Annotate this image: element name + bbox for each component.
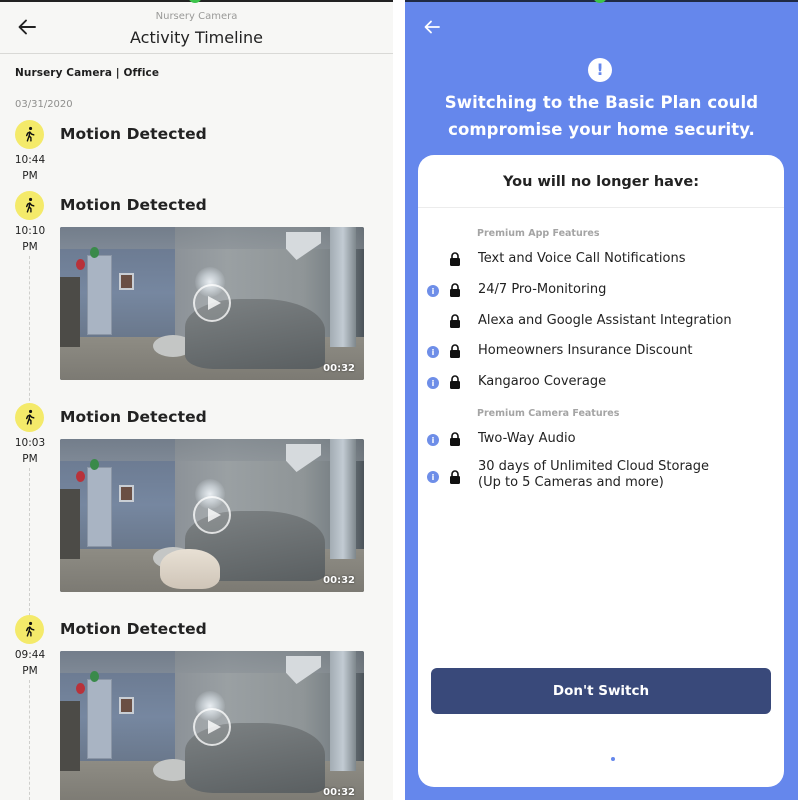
info-icon[interactable]: i (427, 377, 439, 389)
page-title: Activity Timeline (130, 28, 263, 47)
event-badge (15, 403, 44, 432)
feature-row: i 30 days of Unlimited Cloud Storage (Up… (418, 459, 784, 501)
event-badge (15, 120, 44, 149)
feature-label-line1: 30 days of Unlimited Cloud Storage (478, 459, 710, 474)
arrow-left-icon (424, 20, 440, 34)
warning-headline: Switching to the Basic Plan could compro… (405, 89, 798, 143)
play-icon (207, 508, 221, 522)
timeline-connector (29, 680, 30, 800)
event-time: 10:03 PM (10, 436, 50, 467)
clip-duration: 00:32 (323, 787, 355, 798)
lost-features-card: You will no longer have: Premium App Fea… (418, 155, 784, 787)
event-time-ampm: PM (22, 664, 38, 677)
event-time: 09:44 PM (10, 648, 50, 679)
play-button[interactable] (193, 496, 231, 534)
lock-icon (450, 432, 460, 446)
walking-person-icon (25, 409, 35, 425)
video-clip-thumbnail[interactable]: 00:32 (60, 227, 364, 380)
feature-label: Text and Voice Call Notifications (478, 251, 686, 266)
event-time-ampm: PM (22, 452, 38, 465)
event-time-hm: 10:10 (14, 225, 46, 237)
play-icon (207, 720, 221, 734)
feature-label: Homeowners Insurance Discount (478, 343, 693, 358)
lock-icon (450, 314, 460, 328)
play-button[interactable] (193, 708, 231, 746)
event-title: Motion Detected (60, 196, 207, 214)
lock-icon (450, 252, 460, 266)
event-time: 10:10 PM (10, 224, 50, 255)
feature-row: Text and Voice Call Notifications (418, 248, 784, 272)
activity-timeline-screen: Nursery Camera Activity Timeline Nursery… (0, 0, 393, 800)
clip-duration: 00:32 (323, 363, 355, 374)
feature-label: Alexa and Google Assistant Integration (478, 313, 732, 328)
page-indicator (611, 757, 615, 761)
warning-headline-line1: Switching to the Basic Plan could (444, 93, 759, 112)
video-clip-thumbnail[interactable]: 00:32 (60, 439, 364, 592)
event-title: Motion Detected (60, 620, 207, 638)
event-time-ampm: PM (22, 169, 38, 182)
event-title: Motion Detected (60, 408, 207, 426)
info-icon[interactable]: i (427, 285, 439, 297)
lock-icon (450, 470, 460, 484)
info-icon[interactable]: i (427, 434, 439, 446)
feature-label: Two-Way Audio (478, 431, 576, 446)
timeline-connector (29, 256, 30, 406)
event-title: Motion Detected (60, 125, 207, 143)
event-time-hm: 10:44 (14, 154, 46, 166)
lock-icon (450, 375, 460, 389)
dont-switch-button[interactable]: Don't Switch (431, 668, 771, 714)
panel-divider (393, 0, 405, 800)
card-divider (418, 207, 784, 208)
camera-location: Nursery Camera | Office (15, 67, 160, 79)
feature-row: Alexa and Google Assistant Integration (418, 310, 784, 334)
walking-person-icon (25, 621, 35, 637)
event-badge (15, 615, 44, 644)
feature-label: 30 days of Unlimited Cloud Storage (Up t… (478, 459, 709, 491)
dog-in-frame (160, 549, 220, 589)
feature-label-line2: (Up to 5 Cameras and more) (478, 475, 664, 490)
header: Nursery Camera Activity Timeline (0, 2, 393, 54)
lock-icon (450, 344, 460, 358)
feature-row: i 24/7 Pro-Monitoring (418, 279, 784, 303)
card-title: You will no longer have: (502, 174, 700, 190)
section-label: Premium App Features (477, 228, 600, 239)
header-subtitle: Nursery Camera (155, 11, 238, 22)
feature-row: i Kangaroo Coverage (418, 371, 784, 395)
video-clip-thumbnail[interactable]: 00:32 (60, 651, 364, 800)
downgrade-warning-screen: ! Switching to the Basic Plan could comp… (405, 0, 798, 800)
feature-label: Kangaroo Coverage (478, 374, 607, 389)
feature-row: i Two-Way Audio (418, 428, 784, 452)
section-label: Premium Camera Features (477, 408, 620, 419)
warning-headline-line2: compromise your home security. (448, 120, 755, 139)
play-icon (207, 296, 221, 310)
clip-duration: 00:32 (323, 575, 355, 586)
play-button[interactable] (193, 284, 231, 322)
event-time-ampm: PM (22, 240, 38, 253)
event-time-hm: 10:03 (14, 437, 46, 449)
walking-person-icon (25, 126, 35, 142)
event-time-hm: 09:44 (14, 649, 46, 661)
event-badge (15, 191, 44, 220)
info-icon[interactable]: i (427, 346, 439, 358)
feature-row: i Homeowners Insurance Discount (418, 340, 784, 364)
back-button[interactable] (422, 17, 442, 37)
feature-label: 24/7 Pro-Monitoring (478, 282, 607, 297)
timeline-date: 03/31/2020 (15, 99, 73, 110)
exclamation-circle-icon: ! (588, 58, 612, 82)
timeline-connector (29, 468, 30, 616)
info-icon[interactable]: i (427, 471, 439, 483)
lock-icon (450, 283, 460, 297)
event-time: 10:44 PM (10, 153, 50, 184)
walking-person-icon (25, 197, 35, 213)
